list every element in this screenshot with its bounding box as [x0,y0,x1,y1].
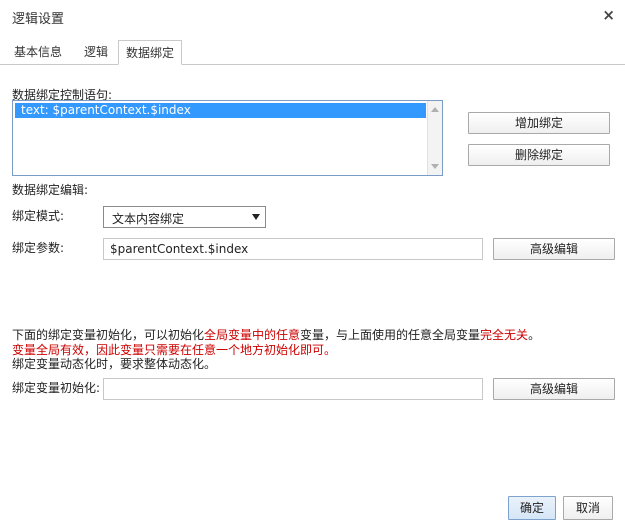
param-advanced-edit-button[interactable]: 高级编辑 [493,238,615,260]
binding-mode-select[interactable]: 文本内容绑定 [103,206,266,228]
list-scrollbar[interactable] [427,101,442,175]
info-text: 下面的绑定变量初始化，可以初始化 [12,328,205,342]
binding-edit-label: 数据绑定编辑: [12,183,89,197]
chevron-down-icon [252,214,260,220]
binding-param-input[interactable]: $parentContext.$index [103,238,483,260]
info-text: 变量，与上面使用的任意全局变量 [300,328,481,342]
init-input[interactable] [103,378,483,400]
list-item[interactable]: text: $parentContext.$index [15,103,426,118]
info-highlight: 完全无关 [480,328,529,342]
info-highlight: 全局变量中的任意 [204,328,301,342]
scroll-down-icon[interactable] [431,164,439,169]
binding-param-label: 绑定参数: [12,241,65,255]
binding-mode-value: 文本内容绑定 [112,212,185,226]
cancel-button[interactable]: 取消 [563,496,613,520]
init-label: 绑定变量初始化: [12,381,101,395]
tab-basic-info[interactable]: 基本信息 [8,40,68,65]
close-icon[interactable]: × [602,6,615,24]
ok-button[interactable]: 确定 [508,496,556,520]
info-text: 。 [528,328,541,342]
init-advanced-edit-button[interactable]: 高级编辑 [493,378,615,400]
delete-binding-button[interactable]: 删除绑定 [468,144,610,166]
tab-bar: 基本信息 逻辑 数据绑定 [0,40,625,65]
tab-data-binding[interactable]: 数据绑定 [118,40,182,65]
binding-mode-label: 绑定模式: [12,209,65,223]
scroll-up-icon[interactable] [431,107,439,112]
dialog-title: 逻辑设置 [12,12,65,27]
binding-statement-list[interactable]: text: $parentContext.$index [12,100,443,176]
add-binding-button[interactable]: 增加绑定 [468,112,610,134]
tab-logic[interactable]: 逻辑 [78,40,114,65]
info-line-3: 绑定变量动态化时，要求整体动态化。 [12,357,217,371]
